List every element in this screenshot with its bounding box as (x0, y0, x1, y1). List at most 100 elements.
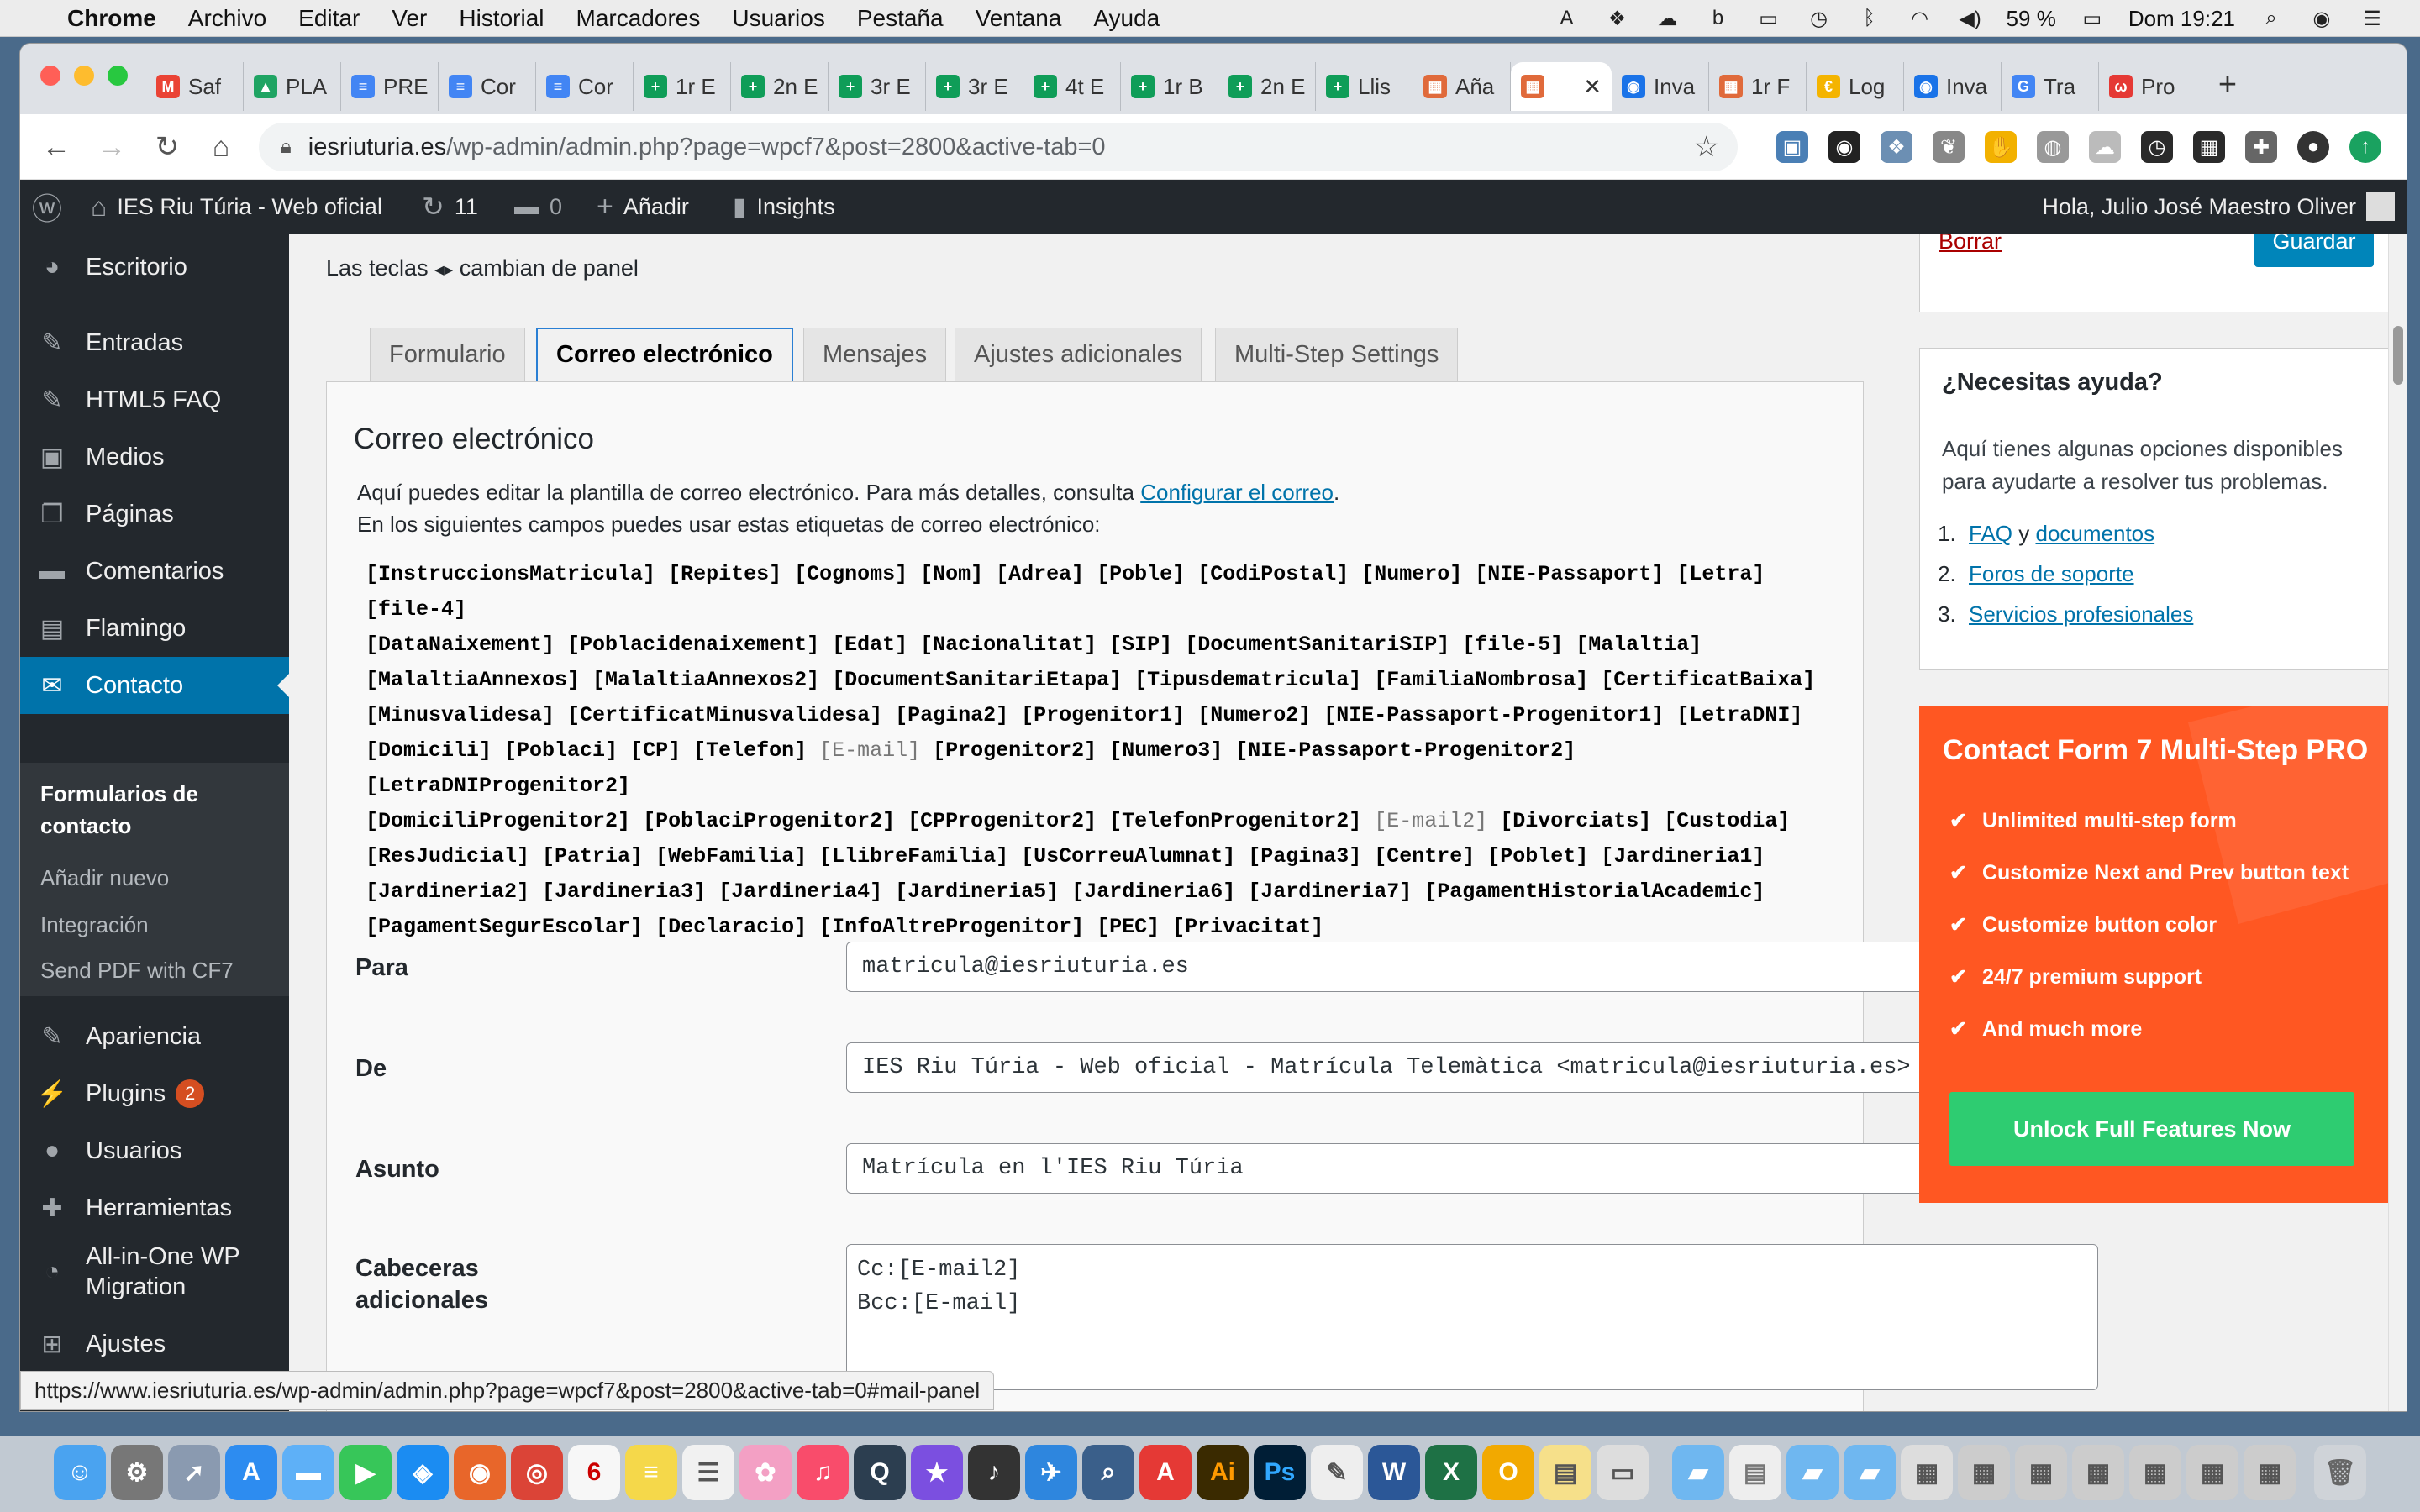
browser-tab[interactable]: +2n E (1218, 62, 1316, 111)
mail-tag[interactable]: [CertificatMinusvalidesa] (567, 703, 882, 727)
mail-tag[interactable]: [Numero2] (1197, 703, 1311, 727)
scrollbar-thumb[interactable] (2393, 326, 2403, 385)
submenu-item[interactable]: Send PDF with CF7 (40, 958, 234, 984)
services-link[interactable]: Servicios profesionales (1969, 601, 2193, 627)
mail-tag[interactable]: [Poblet] (1487, 844, 1588, 869)
update-icon[interactable]: ↑ (2349, 131, 2381, 163)
extension-weather-icon[interactable]: ☁ (2089, 131, 2121, 163)
mail-tag[interactable]: [CertificatBaixa] (1601, 668, 1815, 692)
unlock-features-button[interactable]: Unlock Full Features Now (1949, 1092, 2354, 1166)
launchpad-icon[interactable]: ➚ (168, 1445, 220, 1500)
mail-tag[interactable]: [Cognoms] (794, 562, 908, 586)
menu-marcadores[interactable]: Marcadores (576, 5, 701, 32)
siri-icon[interactable]: ◉ (2307, 6, 2336, 31)
mail-tag[interactable]: [file-5] (1462, 633, 1563, 657)
submenu-item[interactable]: Integración (40, 912, 149, 938)
page-scrollbar[interactable] (2388, 234, 2407, 1411)
messages-icon[interactable]: ▬ (282, 1445, 334, 1500)
downloads-folder-icon[interactable]: ▰ (1786, 1445, 1839, 1500)
browser-tab[interactable]: G Tra (2002, 62, 2099, 111)
mail-tag[interactable]: [Edat] (832, 633, 908, 657)
mail-tag[interactable]: [Progenitor2] (933, 738, 1097, 763)
menu-ver[interactable]: Ver (392, 5, 427, 32)
garageband-icon[interactable]: ♪ (968, 1445, 1020, 1500)
mail-tag[interactable]: [Privacitat] (1172, 915, 1323, 939)
browser-tab[interactable]: ▦ 1r F (1709, 62, 1807, 111)
sidebar-item-entradas[interactable]: ✎ Entradas (20, 314, 289, 371)
browser-tab[interactable]: ▲ PLA (244, 62, 341, 111)
mail-tag[interactable]: [DocumentSanitariSIP] (1185, 633, 1449, 657)
minimize-window-icon[interactable] (74, 66, 94, 86)
mail-tag[interactable]: [CPProgenitor2] (908, 809, 1097, 833)
mail-tag[interactable]: [TelefonProgenitor2] (1109, 809, 1361, 833)
outline-icon[interactable]: O (1482, 1445, 1534, 1500)
volume-icon[interactable]: ◀) (1956, 6, 1985, 31)
mail-tag[interactable]: [PoblaciProgenitor2] (643, 809, 895, 833)
time-machine-icon[interactable]: ◷ (1805, 6, 1833, 31)
stack-icon[interactable]: ▦ (2244, 1445, 2296, 1500)
spotlight-icon[interactable]: ⌕ (2257, 6, 2286, 31)
airplay-icon[interactable]: ▭ (1754, 6, 1783, 31)
menu-app-name[interactable]: Chrome (67, 5, 156, 32)
menu-pestana[interactable]: Pestaña (857, 5, 944, 32)
mail-tag[interactable]: [LetraDNIProgenitor2] (366, 774, 630, 798)
browser-tab[interactable]: +2n E (731, 62, 829, 111)
textedit-icon[interactable]: ✎ (1311, 1445, 1363, 1500)
menu-usuarios[interactable]: Usuarios (732, 5, 824, 32)
sidebar-item-html5-faq[interactable]: ✎ HTML5 FAQ (20, 371, 289, 428)
sidebar-item-plugins[interactable]: ⚡ Plugins 2 (20, 1065, 289, 1122)
tab-mail[interactable]: Correo electrónico (536, 328, 793, 381)
firefox-icon[interactable]: ◉ (454, 1445, 506, 1500)
close-tab-icon[interactable]: ✕ (1583, 74, 1602, 100)
additional-headers-field[interactable]: Cc:[E-mail2] Bcc:[E-mail] (846, 1244, 2098, 1390)
mail-tag[interactable]: [Progenitor1] (1021, 703, 1185, 727)
browser-tab[interactable]: ≡ PRE (341, 62, 439, 111)
extension-dropbox-icon[interactable]: ❖ (1881, 131, 1912, 163)
stack-icon[interactable]: ▦ (2015, 1445, 2067, 1500)
mail-tag[interactable]: [MalaltiaAnnexos] (366, 668, 580, 692)
browser-tab[interactable]: M Saf (146, 62, 244, 111)
mail-tag[interactable]: [Numero3] (1109, 738, 1223, 763)
menu-archivo[interactable]: Archivo (188, 5, 266, 32)
browser-tab[interactable]: ω Pro (2099, 62, 2196, 111)
imovie-icon[interactable]: ★ (911, 1445, 963, 1500)
bookmark-star-icon[interactable]: ☆ (1694, 130, 1719, 164)
mail-tag[interactable]: [LetraDNI] (1676, 703, 1802, 727)
cloud-icon[interactable]: ☁ (1654, 6, 1682, 31)
mail-tag[interactable]: [DataNaixement] (366, 633, 555, 657)
sidebar-item-escritorio[interactable]: ◕ Escritorio (20, 239, 289, 296)
quicktime-icon[interactable]: Q (854, 1445, 906, 1500)
mail-tag[interactable]: [NIE-Passaport] (1475, 562, 1664, 586)
folder-doc-icon[interactable]: ▭ (1597, 1445, 1649, 1500)
lock-icon[interactable]: 🔒︎ (281, 135, 292, 159)
mail-tag[interactable]: [PEC] (1097, 915, 1160, 939)
save-button[interactable]: Guardar (2254, 234, 2374, 267)
menu-editar[interactable]: Editar (298, 5, 360, 32)
sidebar-item-comentarios[interactable]: ▬ Comentarios (20, 543, 289, 600)
extension-hand-icon[interactable]: ✋ (1985, 131, 2017, 163)
mail-tag[interactable]: [CP] (630, 738, 681, 763)
mail-tag[interactable]: [Pagina2] (895, 703, 1008, 727)
safari-icon[interactable]: ◈ (397, 1445, 449, 1500)
browser-tab[interactable]: ◉ Inva (1612, 62, 1709, 111)
extension-timer-icon[interactable]: ◷ (2141, 131, 2173, 163)
mail-tag[interactable]: [Telefon] (693, 738, 807, 763)
menu-ayuda[interactable]: Ayuda (1093, 5, 1160, 32)
preview-icon[interactable]: ⌕ (1082, 1445, 1134, 1500)
configure-mail-link[interactable]: Configurar el correo (1140, 480, 1334, 505)
system-preferences-icon[interactable]: ⚙ (111, 1445, 163, 1500)
chrome-icon[interactable]: ◎ (511, 1445, 563, 1500)
mail-tag[interactable]: [Custodia] (1664, 809, 1790, 833)
mail-tag[interactable]: [Jardineria5] (895, 879, 1059, 904)
acrobat-icon[interactable]: A (1139, 1445, 1192, 1500)
notification-center-icon[interactable]: ☰ (2358, 6, 2386, 31)
extensions-puzzle-icon[interactable]: ✚ (2245, 131, 2277, 163)
mail-tag[interactable]: [Jardineria4] (718, 879, 882, 904)
tab-multistep-settings[interactable]: Multi-Step Settings (1215, 328, 1459, 381)
photos-icon[interactable]: ✿ (739, 1445, 792, 1500)
browser-tab[interactable]: + Llis (1316, 62, 1413, 111)
mail-tag[interactable]: [E-mail] (819, 738, 920, 763)
mail-tag[interactable]: [Jardineria1] (1601, 844, 1765, 869)
sidebar-item-usuarios[interactable]: ● Usuarios (20, 1122, 289, 1179)
mail-tag[interactable]: [Malaltia] (1576, 633, 1702, 657)
